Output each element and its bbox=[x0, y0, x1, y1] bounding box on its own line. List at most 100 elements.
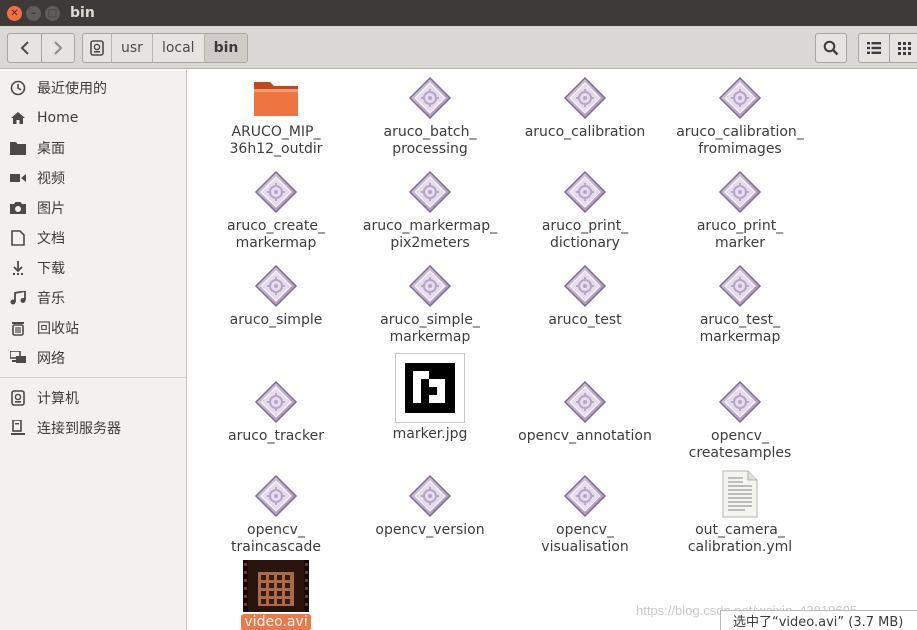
file-label: opencv_annotation bbox=[518, 428, 652, 444]
file-item[interactable]: video.avi bbox=[201, 560, 351, 630]
file-item[interactable]: aruco_batch_ processing bbox=[355, 74, 505, 158]
sidebar-item-music[interactable]: 音乐 bbox=[0, 283, 186, 313]
file-item[interactable]: aruco_print_ dictionary bbox=[510, 168, 660, 252]
path-segment-bin[interactable]: bin bbox=[203, 34, 248, 62]
music-icon bbox=[10, 290, 26, 306]
executable-icon bbox=[254, 262, 298, 310]
window-title: bin bbox=[70, 5, 95, 21]
sidebar-item-connect-server[interactable]: 连接到服务器 bbox=[0, 413, 186, 443]
list-view-button[interactable] bbox=[859, 34, 889, 62]
file-label: aruco_calibration_ fromimages bbox=[676, 124, 804, 157]
drive-icon bbox=[90, 40, 104, 56]
file-item[interactable]: aruco_markermap_ pix2meters bbox=[355, 168, 505, 252]
path-segment-local[interactable]: local bbox=[151, 34, 204, 62]
sidebar-item-label: 连接到服务器 bbox=[37, 421, 121, 437]
forward-button[interactable] bbox=[41, 34, 74, 62]
status-bar: 选中了“video.avi” (3.7 MB) bbox=[720, 610, 917, 630]
executable-icon bbox=[563, 262, 607, 310]
grid-view-button[interactable] bbox=[889, 34, 917, 62]
sidebar-item-downloads[interactable]: 下载 bbox=[0, 253, 186, 283]
executable-icon bbox=[408, 74, 452, 122]
file-label: opencv_ visualisation bbox=[541, 522, 629, 555]
executable-icon bbox=[408, 168, 452, 216]
file-item[interactable]: aruco_calibration bbox=[510, 74, 660, 141]
file-item[interactable]: ARUCO_MIP_ 36h12_outdir bbox=[201, 74, 351, 158]
close-window-button[interactable]: ✕ bbox=[7, 5, 22, 21]
image-thumbnail-icon bbox=[395, 352, 465, 424]
sidebar-item-label: Home bbox=[37, 110, 79, 126]
file-item[interactable]: opencv_ createsamples bbox=[665, 378, 815, 462]
sidebar-item-desktop[interactable]: 桌面 bbox=[0, 133, 186, 163]
search-icon bbox=[823, 40, 839, 56]
file-item[interactable]: opencv_ visualisation bbox=[510, 472, 660, 556]
trash-icon bbox=[10, 320, 26, 336]
file-item[interactable]: marker.jpg bbox=[355, 352, 505, 443]
window-controls: ✕ – □ bbox=[7, 5, 60, 21]
file-item[interactable]: aruco_test_ markermap bbox=[665, 262, 815, 346]
file-item[interactable]: out_camera_ calibration.yml bbox=[665, 468, 815, 556]
sidebar-item-label: 桌面 bbox=[37, 141, 65, 157]
sidebar-item-label: 网络 bbox=[37, 351, 65, 367]
executable-icon bbox=[254, 168, 298, 216]
file-label: out_camera_ calibration.yml bbox=[687, 522, 793, 555]
file-label: aruco_create_ markermap bbox=[227, 218, 325, 251]
network-icon bbox=[10, 350, 26, 366]
file-item[interactable]: aruco_test bbox=[510, 262, 660, 329]
sidebar-item-videos[interactable]: 视频 bbox=[0, 163, 186, 193]
file-label: aruco_test bbox=[548, 312, 622, 328]
title-bar: ✕ – □ bin bbox=[0, 0, 917, 26]
recent-icon bbox=[10, 80, 26, 96]
back-button[interactable] bbox=[8, 34, 41, 62]
executable-icon bbox=[718, 262, 762, 310]
file-label: opencv_version bbox=[375, 522, 485, 538]
home-icon bbox=[10, 110, 26, 126]
sidebar-item-home[interactable]: Home bbox=[0, 103, 186, 133]
file-item[interactable]: aruco_simple bbox=[201, 262, 351, 329]
sidebar-item-computer[interactable]: 计算机 bbox=[0, 383, 186, 413]
sidebar-item-label: 文档 bbox=[37, 231, 65, 247]
file-item[interactable]: opencv_annotation bbox=[510, 378, 660, 445]
maximize-window-button[interactable]: □ bbox=[45, 5, 60, 21]
view-toggle bbox=[858, 33, 917, 63]
file-item[interactable]: aruco_simple_ markermap bbox=[355, 262, 505, 346]
file-item[interactable]: opencv_version bbox=[355, 472, 505, 539]
list-icon bbox=[867, 42, 881, 54]
executable-icon bbox=[563, 168, 607, 216]
executable-icon bbox=[718, 378, 762, 426]
video-thumbnail-icon bbox=[243, 560, 309, 612]
file-item[interactable]: aruco_tracker bbox=[201, 378, 351, 445]
sidebar-item-recent[interactable]: 最近使用的 bbox=[0, 73, 186, 103]
sidebar-item-pictures[interactable]: 图片 bbox=[0, 193, 186, 223]
file-label: aruco_print_ marker bbox=[696, 218, 784, 251]
file-item[interactable]: opencv_ traincascade bbox=[201, 472, 351, 556]
path-root-button[interactable] bbox=[83, 34, 111, 62]
file-label: aruco_tracker bbox=[228, 428, 324, 444]
file-item[interactable]: aruco_create_ markermap bbox=[201, 168, 351, 252]
file-item[interactable]: aruco_print_ marker bbox=[665, 168, 815, 252]
sidebar-item-label: 图片 bbox=[37, 201, 65, 217]
sidebar-item-label: 计算机 bbox=[37, 391, 79, 407]
sidebar-item-documents[interactable]: 文档 bbox=[0, 223, 186, 253]
file-grid: ARUCO_MIP_ 36h12_outdir aruco_batch_ pro… bbox=[188, 70, 917, 630]
sidebar-item-trash[interactable]: 回收站 bbox=[0, 313, 186, 343]
file-label: aruco_test_ markermap bbox=[699, 312, 781, 345]
file-label: aruco_print_ dictionary bbox=[541, 218, 629, 251]
sidebar-item-label: 回收站 bbox=[37, 321, 79, 337]
executable-icon bbox=[254, 472, 298, 520]
sidebar-item-network[interactable]: 网络 bbox=[0, 343, 186, 373]
search-button[interactable] bbox=[815, 33, 847, 63]
path-segment-usr[interactable]: usr bbox=[111, 34, 152, 62]
document-icon bbox=[10, 230, 26, 246]
file-label: aruco_batch_ processing bbox=[383, 124, 477, 157]
file-label: ARUCO_MIP_ 36h12_outdir bbox=[229, 124, 323, 157]
sidebar-item-label: 最近使用的 bbox=[37, 81, 107, 97]
minimize-window-button[interactable]: – bbox=[26, 5, 41, 21]
executable-icon bbox=[563, 74, 607, 122]
chevron-right-icon bbox=[54, 41, 63, 55]
sidebar: 最近使用的 Home 桌面 视频 图片 文档 下载 音乐 回收站 网络 计算机 bbox=[0, 70, 187, 630]
executable-icon bbox=[718, 168, 762, 216]
grid-icon bbox=[898, 41, 911, 55]
path-bar: usr local bin bbox=[82, 33, 249, 63]
file-label: aruco_calibration bbox=[524, 124, 646, 140]
file-item[interactable]: aruco_calibration_ fromimages bbox=[665, 74, 815, 158]
